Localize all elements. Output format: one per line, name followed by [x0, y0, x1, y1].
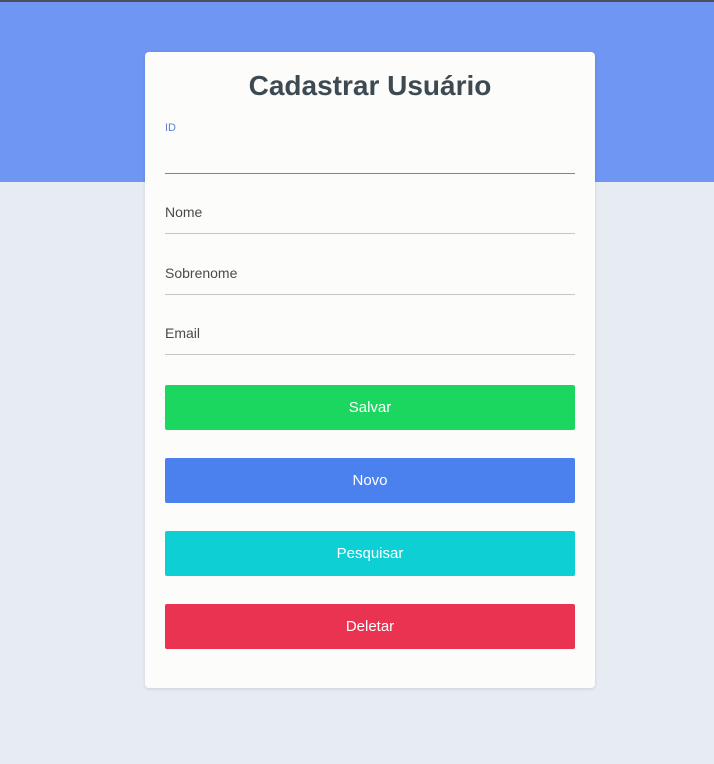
id-field[interactable]: ID [165, 118, 575, 174]
page-title: Cadastrar Usuário [248, 70, 492, 101]
nome-field-label: Nome [165, 204, 203, 220]
sobrenome-field[interactable]: Sobrenome [165, 265, 575, 295]
id-field-label: ID [165, 122, 176, 134]
search-button[interactable]: Pesquisar [165, 531, 575, 576]
email-field-underline [165, 354, 575, 355]
id-field-underline [165, 173, 575, 174]
email-field-label: Email [165, 325, 201, 341]
new-button[interactable]: Novo [165, 458, 575, 503]
register-user-card: Cadastrar Usuário ID Nome Sobrenome Emai… [145, 52, 595, 688]
id-input[interactable] [165, 146, 575, 170]
sobrenome-field-label: Sobrenome [165, 265, 238, 281]
nome-field-underline [165, 233, 575, 234]
sobrenome-field-underline [165, 294, 575, 295]
email-field[interactable]: Email [165, 325, 575, 355]
nome-field[interactable]: Nome [165, 204, 575, 234]
delete-button[interactable]: Deletar [165, 604, 575, 649]
save-button[interactable]: Salvar [165, 385, 575, 430]
